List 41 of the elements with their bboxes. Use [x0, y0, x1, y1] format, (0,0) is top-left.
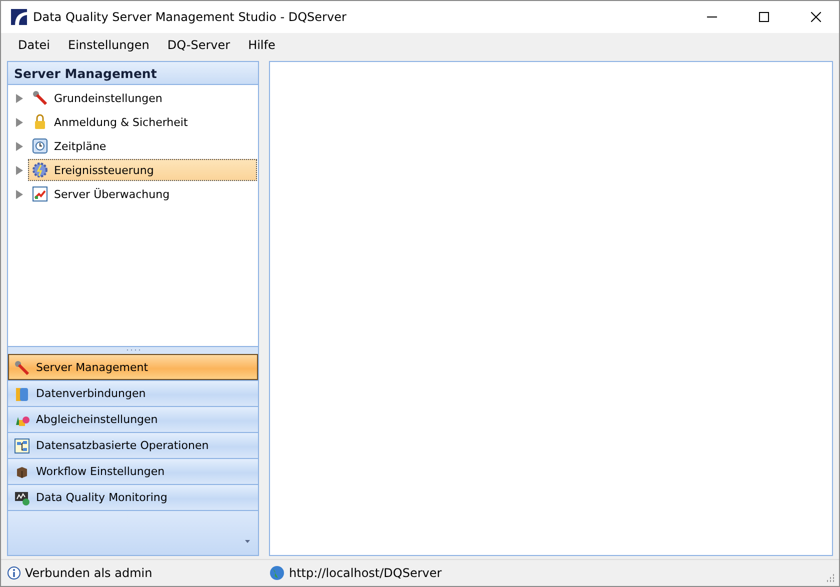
monitor-icon	[14, 490, 30, 506]
globe-icon	[269, 565, 285, 581]
diagram-icon	[14, 438, 30, 454]
menu-item[interactable]: Datei	[9, 38, 60, 52]
server-url: http://localhost/DQServer	[289, 566, 442, 580]
menu-item[interactable]: Hilfe	[239, 38, 284, 52]
connection-status: Verbunden als admin	[25, 566, 152, 580]
navigation-button[interactable]: Datenverbindungen	[8, 380, 258, 406]
menu-item[interactable]: Einstellungen	[59, 38, 158, 52]
resize-grip-icon[interactable]	[825, 573, 835, 583]
tree-item[interactable]: Grundeinstellungen	[28, 87, 257, 109]
maximize-icon	[759, 12, 769, 22]
app-logo-icon	[11, 9, 27, 25]
tree-item[interactable]: Anmeldung & Sicherheit	[28, 111, 257, 133]
dropdown-icon[interactable]	[245, 540, 250, 543]
chart-icon	[32, 186, 48, 202]
splitter-handle[interactable]	[8, 346, 258, 354]
expand-icon[interactable]	[16, 142, 23, 150]
wrench-icon	[14, 360, 30, 376]
close-icon	[811, 12, 821, 22]
wrench-icon	[32, 90, 48, 106]
navigation-button[interactable]: Workflow Einstellungen	[8, 458, 258, 484]
menu-item[interactable]: DQ-Server	[158, 38, 240, 52]
database-icon	[14, 386, 30, 402]
panel-header: Server Management	[8, 62, 258, 85]
expand-icon[interactable]	[16, 166, 23, 174]
tree-item[interactable]: Zeitpläne	[28, 135, 257, 157]
tree-item[interactable]: Ereignissteuerung	[28, 159, 257, 181]
clock-icon	[32, 138, 48, 154]
tree-item[interactable]: Server Überwachung	[28, 183, 257, 205]
navigation-button[interactable]: Server Management	[8, 354, 258, 380]
window-title: Data Quality Server Management Studio - DQServer	[33, 10, 348, 24]
navigation-button[interactable]: Datensatzbasierte Operationen	[8, 432, 258, 458]
navigation-button[interactable]: Data Quality Monitoring	[8, 484, 258, 510]
expand-icon[interactable]	[16, 190, 23, 198]
lock-icon	[32, 114, 48, 130]
expand-icon[interactable]	[16, 118, 23, 126]
info-icon	[7, 566, 21, 580]
gear-icon	[32, 162, 48, 178]
navigation-button[interactable]: Abgleicheinstellungen	[8, 406, 258, 432]
expand-icon[interactable]	[16, 94, 23, 102]
